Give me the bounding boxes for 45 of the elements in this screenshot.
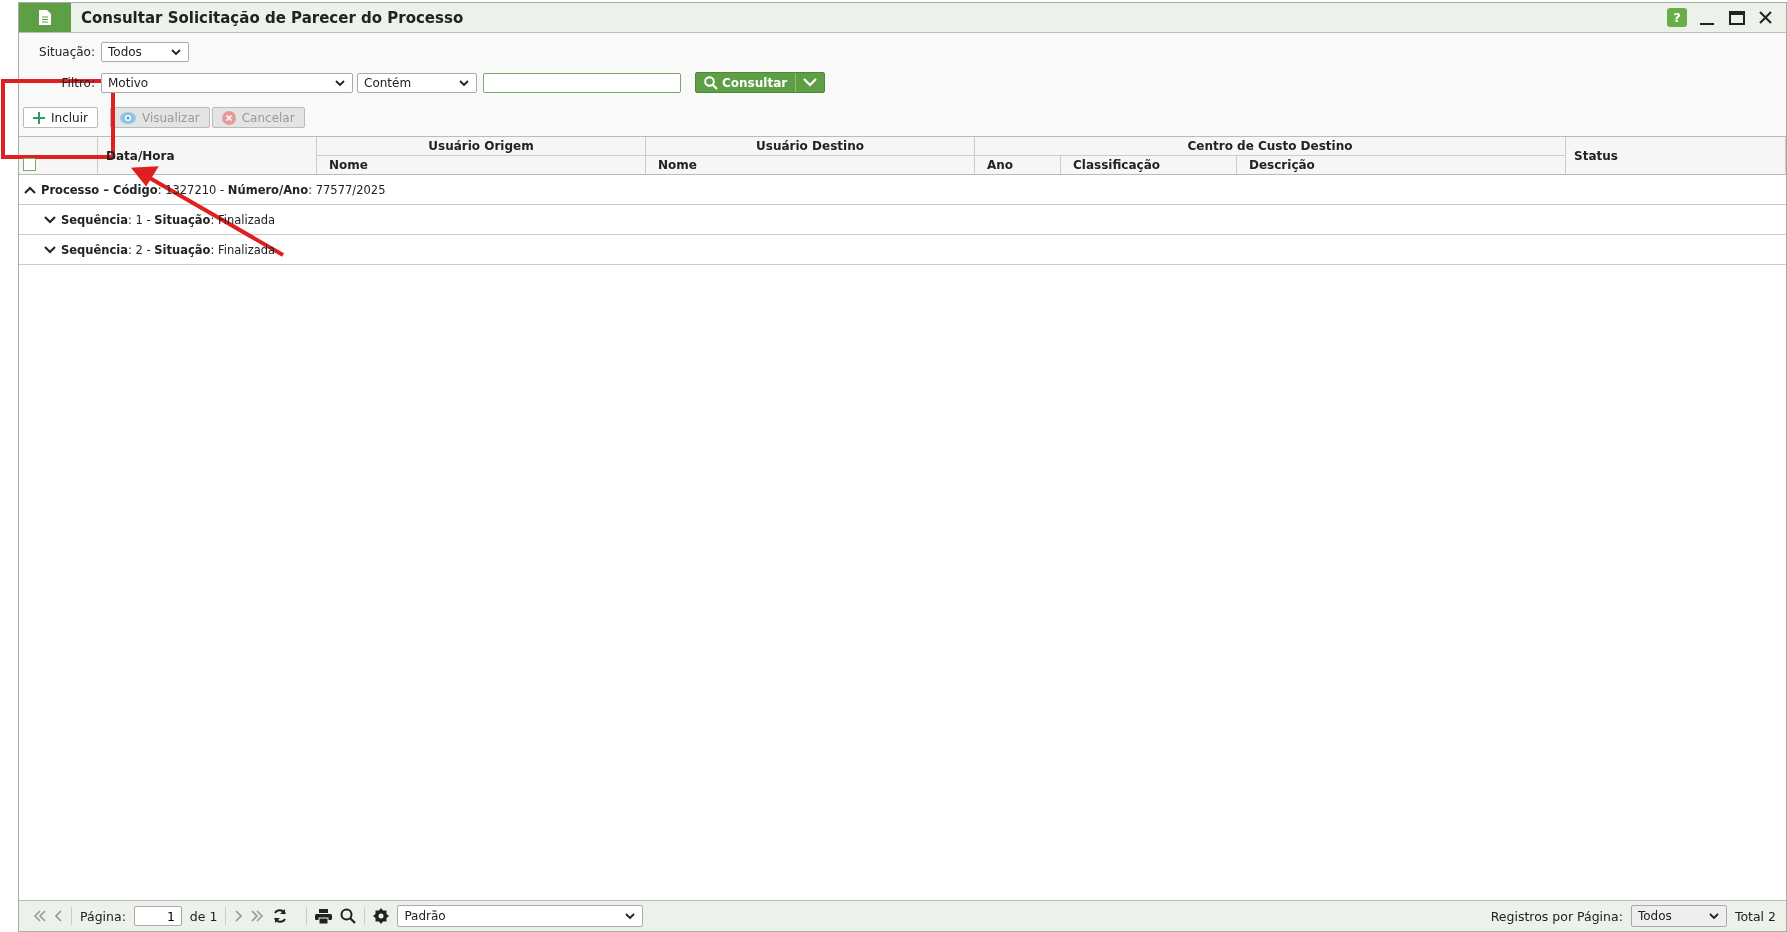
filter-label: Filtro: [60, 75, 95, 90]
close-icon [221, 110, 236, 125]
search-icon[interactable] [340, 908, 357, 924]
select-all-checkbox[interactable] [23, 158, 36, 171]
per-page-select[interactable]: Todos [1630, 905, 1727, 927]
caret-down-icon [1707, 912, 1720, 920]
filter-value-field[interactable] [483, 72, 681, 93]
print-icon[interactable] [315, 908, 333, 924]
add-button[interactable]: Incluir [23, 107, 98, 128]
maximize-icon[interactable] [1729, 10, 1745, 25]
search-icon [704, 75, 718, 90]
plus-icon [33, 111, 45, 124]
document-icon [39, 10, 51, 25]
column-group-header: Centro de Custo Destino [1187, 139, 1353, 153]
close-icon[interactable] [1759, 11, 1772, 24]
settings-icon[interactable] [373, 908, 390, 924]
caret-down-icon [458, 78, 470, 87]
situation-select[interactable]: Todos [101, 42, 189, 62]
layout-select[interactable]: Padrão [397, 905, 644, 927]
caret-down-icon [170, 48, 182, 56]
situation-label: Situação: [38, 45, 95, 59]
column-header[interactable]: Descrição [1249, 158, 1315, 172]
operator-select[interactable]: Contém [357, 72, 477, 93]
column-header[interactable]: Classificação [1073, 158, 1160, 172]
column-header[interactable]: Nome [329, 158, 368, 172]
caret-down-icon[interactable] [43, 244, 57, 255]
column-group-header: Usuário Origem [428, 139, 534, 153]
window-title: Consultar Solicitação de Parecer do Processo [81, 8, 465, 27]
column-header[interactable]: Ano [987, 158, 1014, 172]
tree-node-text: Sequência: 2 - Situação: Finalizada [61, 242, 276, 257]
caret-down-icon [624, 912, 637, 920]
column-group-header: Usuário Destino [756, 139, 864, 153]
column-header[interactable]: Nome [658, 158, 697, 172]
per-page-label: Registros por Página: [1490, 908, 1623, 924]
caret-down-icon [334, 78, 346, 87]
page-label: Página: [80, 908, 126, 924]
filter-field-select[interactable]: Motivo [101, 72, 353, 93]
page-count: de 1 [189, 908, 218, 924]
column-header[interactable]: Status [1574, 148, 1618, 163]
page-field[interactable]: 1 [133, 906, 182, 926]
caret-down-icon[interactable] [43, 214, 57, 225]
caret-up-icon[interactable] [23, 184, 37, 195]
total-count: Total 2 [1734, 908, 1776, 924]
eye-icon [119, 111, 136, 124]
refresh-icon[interactable] [272, 908, 289, 924]
